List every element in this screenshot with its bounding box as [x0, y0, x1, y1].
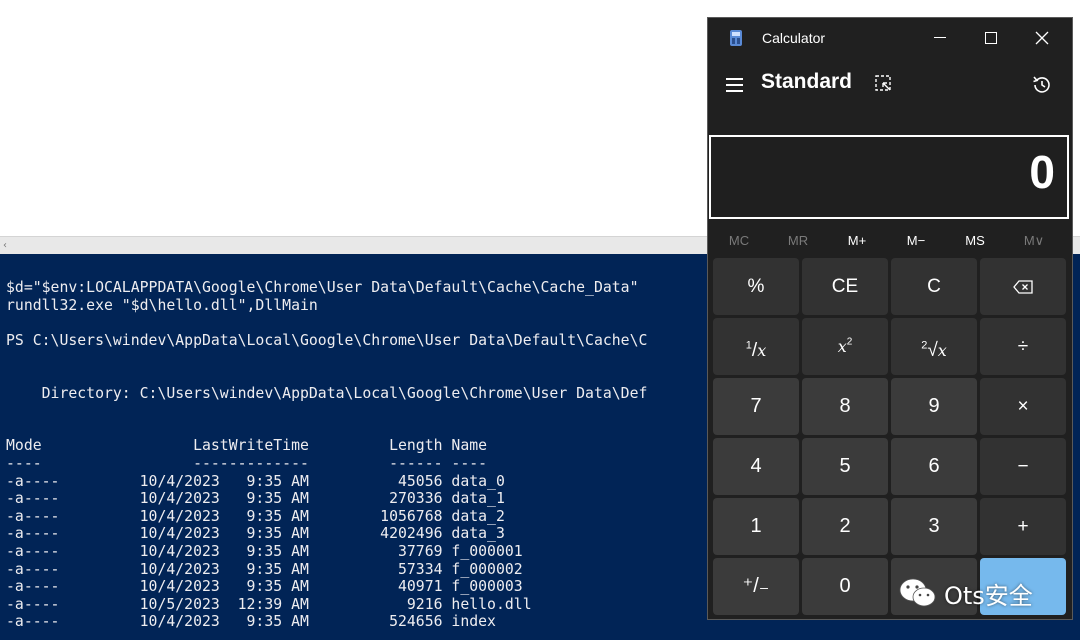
- square-root-icon: 2√x: [921, 340, 947, 362]
- console-line: ---- ------------- ------ ----: [6, 454, 488, 472]
- digit-7-button[interactable]: 7: [713, 378, 799, 435]
- console-line: Mode LastWriteTime Length Name: [6, 437, 488, 455]
- digit-3-button[interactable]: 3: [891, 498, 977, 555]
- console-line: -a---- 10/4/2023 9:35 AM 270336 data_1: [6, 490, 505, 508]
- console-line: -a---- 10/4/2023 9:35 AM 37769 f_000001: [6, 542, 523, 560]
- divide-icon: ÷: [1017, 336, 1029, 357]
- history-icon: [1033, 76, 1050, 93]
- digit-1-button[interactable]: 1: [713, 498, 799, 555]
- square-icon: x2: [837, 336, 853, 356]
- display-value: 0: [1029, 146, 1055, 198]
- console-line: Directory: C:\Users\windev\AppData\Local…: [6, 384, 648, 402]
- navigation-menu-button[interactable]: [724, 75, 746, 93]
- console-line: -a---- 10/4/2023 9:35 AM 57334 f_000002: [6, 560, 523, 578]
- memory-add-button[interactable]: M+: [828, 228, 886, 254]
- console-line: -a---- 10/5/2023 12:39 AM 9216 hello.dll: [6, 595, 532, 613]
- hamburger-icon-bar: [726, 84, 743, 86]
- add-button[interactable]: +: [980, 498, 1066, 555]
- backspace-button[interactable]: [980, 258, 1066, 315]
- memory-list-button[interactable]: M∨: [1005, 228, 1063, 254]
- console-line: $d="$env:LOCALAPPDATA\Google\Chrome\User…: [6, 279, 639, 296]
- memory-clear-button[interactable]: MC: [710, 228, 768, 254]
- reciprocal-button[interactable]: 1/x: [713, 318, 799, 375]
- subtract-button[interactable]: −: [980, 438, 1066, 495]
- close-button[interactable]: [1019, 24, 1065, 52]
- digit-0-button[interactable]: 0: [802, 558, 888, 615]
- digit-2-button[interactable]: 2: [802, 498, 888, 555]
- divide-button[interactable]: ÷: [980, 318, 1066, 375]
- digit-8-button[interactable]: 8: [802, 378, 888, 435]
- console-line: PS C:\Users\windev\AppData\Local\Google\…: [6, 331, 648, 349]
- console-line: -a---- 10/4/2023 9:35 AM 45056 data_0: [6, 472, 505, 490]
- history-button[interactable]: [1030, 73, 1054, 97]
- console-line: -a---- 10/4/2023 9:35 AM 1056768 data_2: [6, 507, 505, 525]
- result-display: 0: [709, 135, 1069, 219]
- reciprocal-icon: 1/x: [745, 340, 767, 362]
- negate-button[interactable]: ⁺/₋: [713, 558, 799, 615]
- maximize-button[interactable]: [968, 24, 1014, 52]
- digit-6-button[interactable]: 6: [891, 438, 977, 495]
- digit-4-button[interactable]: 4: [713, 438, 799, 495]
- backspace-icon: [1013, 280, 1033, 294]
- minimize-icon: [934, 37, 946, 38]
- console-output: $d="$env:LOCALAPPDATA\Google\Chrome\User…: [6, 279, 647, 631]
- calculator-header: Standard: [708, 62, 1072, 106]
- minimize-button[interactable]: [917, 24, 963, 52]
- hamburger-icon-bar: [726, 90, 743, 92]
- console-line: -a---- 10/4/2023 9:35 AM 40971 f_000003: [6, 578, 523, 596]
- percent-button[interactable]: %: [713, 258, 799, 315]
- memory-store-button[interactable]: MS: [946, 228, 1004, 254]
- square-button[interactable]: x2: [802, 318, 888, 375]
- digit-9-button[interactable]: 9: [891, 378, 977, 435]
- watermark-text: Ots安全: [944, 581, 1033, 610]
- close-icon: [1035, 31, 1049, 45]
- window-title: Calculator: [762, 30, 826, 46]
- scroll-left-arrow-icon[interactable]: ‹: [0, 240, 10, 252]
- calculator-app-icon: [730, 30, 742, 46]
- digit-5-button[interactable]: 5: [802, 438, 888, 495]
- clear-entry-button[interactable]: CE: [802, 258, 888, 315]
- multiply-button[interactable]: ×: [980, 378, 1066, 435]
- memory-row: MC MR M+ M− MS M∨: [708, 228, 1072, 254]
- maximize-icon: [985, 32, 997, 44]
- wechat-logo-icon: [898, 577, 938, 609]
- console-line: rundll32.exe "$d\hello.dll",DllMain: [6, 296, 318, 314]
- title-bar[interactable]: Calculator: [708, 18, 1072, 58]
- mode-title: Standard: [761, 70, 853, 93]
- memory-subtract-button[interactable]: M−: [887, 228, 945, 254]
- memory-recall-button[interactable]: MR: [769, 228, 827, 254]
- watermark: Ots安全: [898, 573, 1033, 613]
- console-line: -a---- 10/4/2023 9:35 AM 4202496 data_3: [6, 525, 505, 543]
- clear-button[interactable]: C: [891, 258, 977, 315]
- square-root-button[interactable]: 2√x: [891, 318, 977, 375]
- console-line: -a---- 10/4/2023 9:35 AM 524656 index: [6, 613, 496, 631]
- keep-on-top-button[interactable]: [873, 74, 895, 94]
- hamburger-icon: [726, 78, 743, 80]
- calculator-window[interactable]: Calculator Standard 0 MC MR M+ M− MS M∨ …: [707, 17, 1073, 620]
- keep-on-top-icon: [875, 75, 891, 91]
